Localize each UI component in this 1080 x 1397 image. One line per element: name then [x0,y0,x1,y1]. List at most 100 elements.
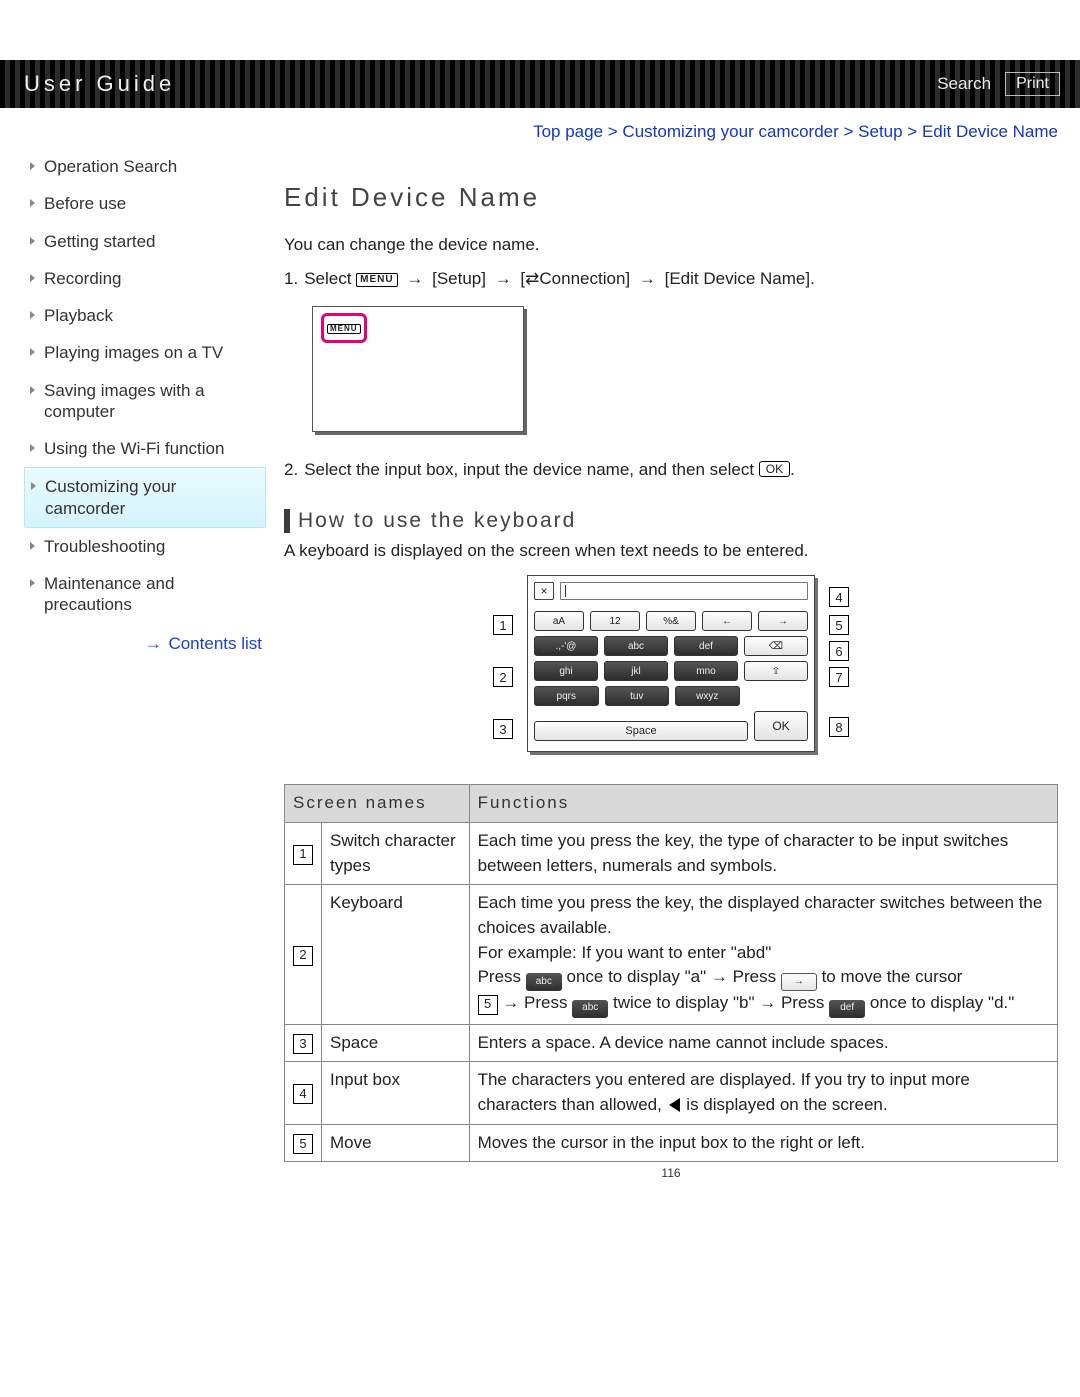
row2-press: Press [478,967,521,986]
sidebar-item[interactable]: Getting started [24,223,266,260]
abc-chip-icon: abc [526,973,562,991]
row-name-2: Keyboard [322,885,470,1024]
callout-2: 2 [493,667,513,687]
callout-5: 5 [829,615,849,635]
def-chip-icon: def [829,1000,865,1018]
swap-icon: ⇄ [525,269,539,288]
ok-icon: OK [759,461,790,477]
row-func-2: Each time you press the key, the display… [469,885,1057,1024]
row-name-1: Switch character types [322,823,470,885]
step-2-period: . [790,460,795,479]
backspace-icon: ⌫ [744,636,808,656]
key-mno: mno [674,661,738,681]
row2-line1: Each time you press the key, the display… [478,893,1043,937]
sidebar-item[interactable]: Playing images on a TV [24,334,266,371]
menu-highlight: MENU [321,313,367,343]
th-screen-names: Screen names [285,785,470,823]
contents-list-link[interactable]: → Contents list [24,624,266,654]
tab-aA: aA [534,611,584,631]
row2-press2: Press [524,993,567,1012]
app-title: User Guide [24,71,175,97]
search-link[interactable]: Search [937,74,991,94]
subheading: How to use the keyboard [284,509,1058,533]
tab-symbols: %& [646,611,696,631]
callout-8: 8 [829,717,849,737]
keyboard-diagram: 1 2 3 4 5 6 7 8 × aA 12 %& ← [481,575,861,752]
step-1-setup: [Setup] [432,269,486,288]
th-functions: Functions [469,785,1057,823]
sidebar-item[interactable]: Recording [24,260,266,297]
ok-key: OK [754,711,808,741]
row-name-3: Space [322,1024,470,1062]
arrow-right-icon: → [495,265,512,292]
step-2-number: 2. [284,456,298,483]
key-def: def [674,636,738,656]
row2-line2: For example: If you want to enter "abd" [478,943,772,962]
table-row: 2 Keyboard Each time you press the key, … [285,885,1058,1024]
arrow-right-icon: → [406,265,423,292]
page-title: Edit Device Name [284,182,1058,213]
table-row: 1 Switch character types Each time you p… [285,823,1058,885]
row2-press2a: Press [733,967,776,986]
screen-figure-1: MENU [312,306,524,432]
sidebar-item[interactable]: Troubleshooting [24,528,266,565]
step-1-connection: Connection] [539,269,630,288]
topbar: User Guide Search Print [0,60,1080,108]
arrow-right-icon: → [639,265,656,292]
step-1-pre: Select [304,269,351,288]
abc-chip-icon: abc [572,1000,608,1018]
key-abc: abc [604,636,668,656]
row-func-5: Moves the cursor in the input box to the… [469,1124,1057,1162]
row-index-5: 5 [293,1134,313,1154]
step-1-number: 1. [284,265,298,292]
arrow-right-key: → [758,611,808,631]
sidebar-item[interactable]: Operation Search [24,148,266,185]
step-1: 1. Select MENU → [Setup] → [⇄Connection]… [284,265,1058,292]
space-key: Space [534,721,748,741]
row2-press3: Press [781,993,824,1012]
arrow-right-icon: → [759,993,781,1012]
menu-icon: MENU [356,273,397,287]
row-name-5: Move [322,1124,470,1162]
key-jkl: jkl [604,661,668,681]
arrow-left-key: ← [702,611,752,631]
row-index-1: 1 [293,845,313,865]
arrow-right-icon: → [145,634,162,653]
sidebar-item[interactable]: Before use [24,185,266,222]
print-button[interactable]: Print [1005,72,1060,96]
step-2: 2. Select the input box, input the devic… [284,456,1058,483]
callout-4: 4 [829,587,849,607]
inline-callout-5: 5 [478,995,498,1015]
key-pqrs: pqrs [534,686,599,706]
callout-6: 6 [829,641,849,661]
row2-once-d: once to display "d." [870,993,1014,1012]
main-content: Top page > Customizing your camcorder > … [284,122,1058,1180]
contents-list-label: Contents list [168,634,262,653]
row4-b: is displayed on the screen. [686,1095,887,1114]
sidebar-item[interactable]: Saving images with a computer [24,372,266,431]
sub-desc: A keyboard is displayed on the screen wh… [284,541,1058,561]
sidebar-item[interactable]: Customizing your camcorder [24,467,266,528]
arrow-right-icon: → [502,993,524,1012]
page-number: 116 [284,1166,1058,1180]
sidebar-item[interactable]: Playback [24,297,266,334]
intro-text: You can change the device name. [284,235,1058,255]
row-func-1: Each time you press the key, the type of… [469,823,1057,885]
close-icon: × [534,582,554,600]
menu-icon: MENU [327,324,361,334]
callout-3: 3 [493,719,513,739]
sidebar: Operation SearchBefore useGetting starte… [24,122,266,654]
shift-icon: ⇧ [744,661,808,681]
row-func-3: Enters a space. A device name cannot inc… [469,1024,1057,1062]
triangle-left-icon [669,1098,680,1112]
breadcrumb[interactable]: Top page > Customizing your camcorder > … [284,122,1058,160]
sidebar-item[interactable]: Maintenance and precautions [24,565,266,624]
key-ghi: ghi [534,661,598,681]
callout-7: 7 [829,667,849,687]
row2-move-cursor: to move the cursor [822,967,963,986]
sidebar-item[interactable]: Using the Wi-Fi function [24,430,266,467]
keyboard-input-box [560,582,808,600]
key-tuv: tuv [605,686,670,706]
row2-twice-b: twice to display "b" [613,993,755,1012]
key-wxyz: wxyz [675,686,740,706]
